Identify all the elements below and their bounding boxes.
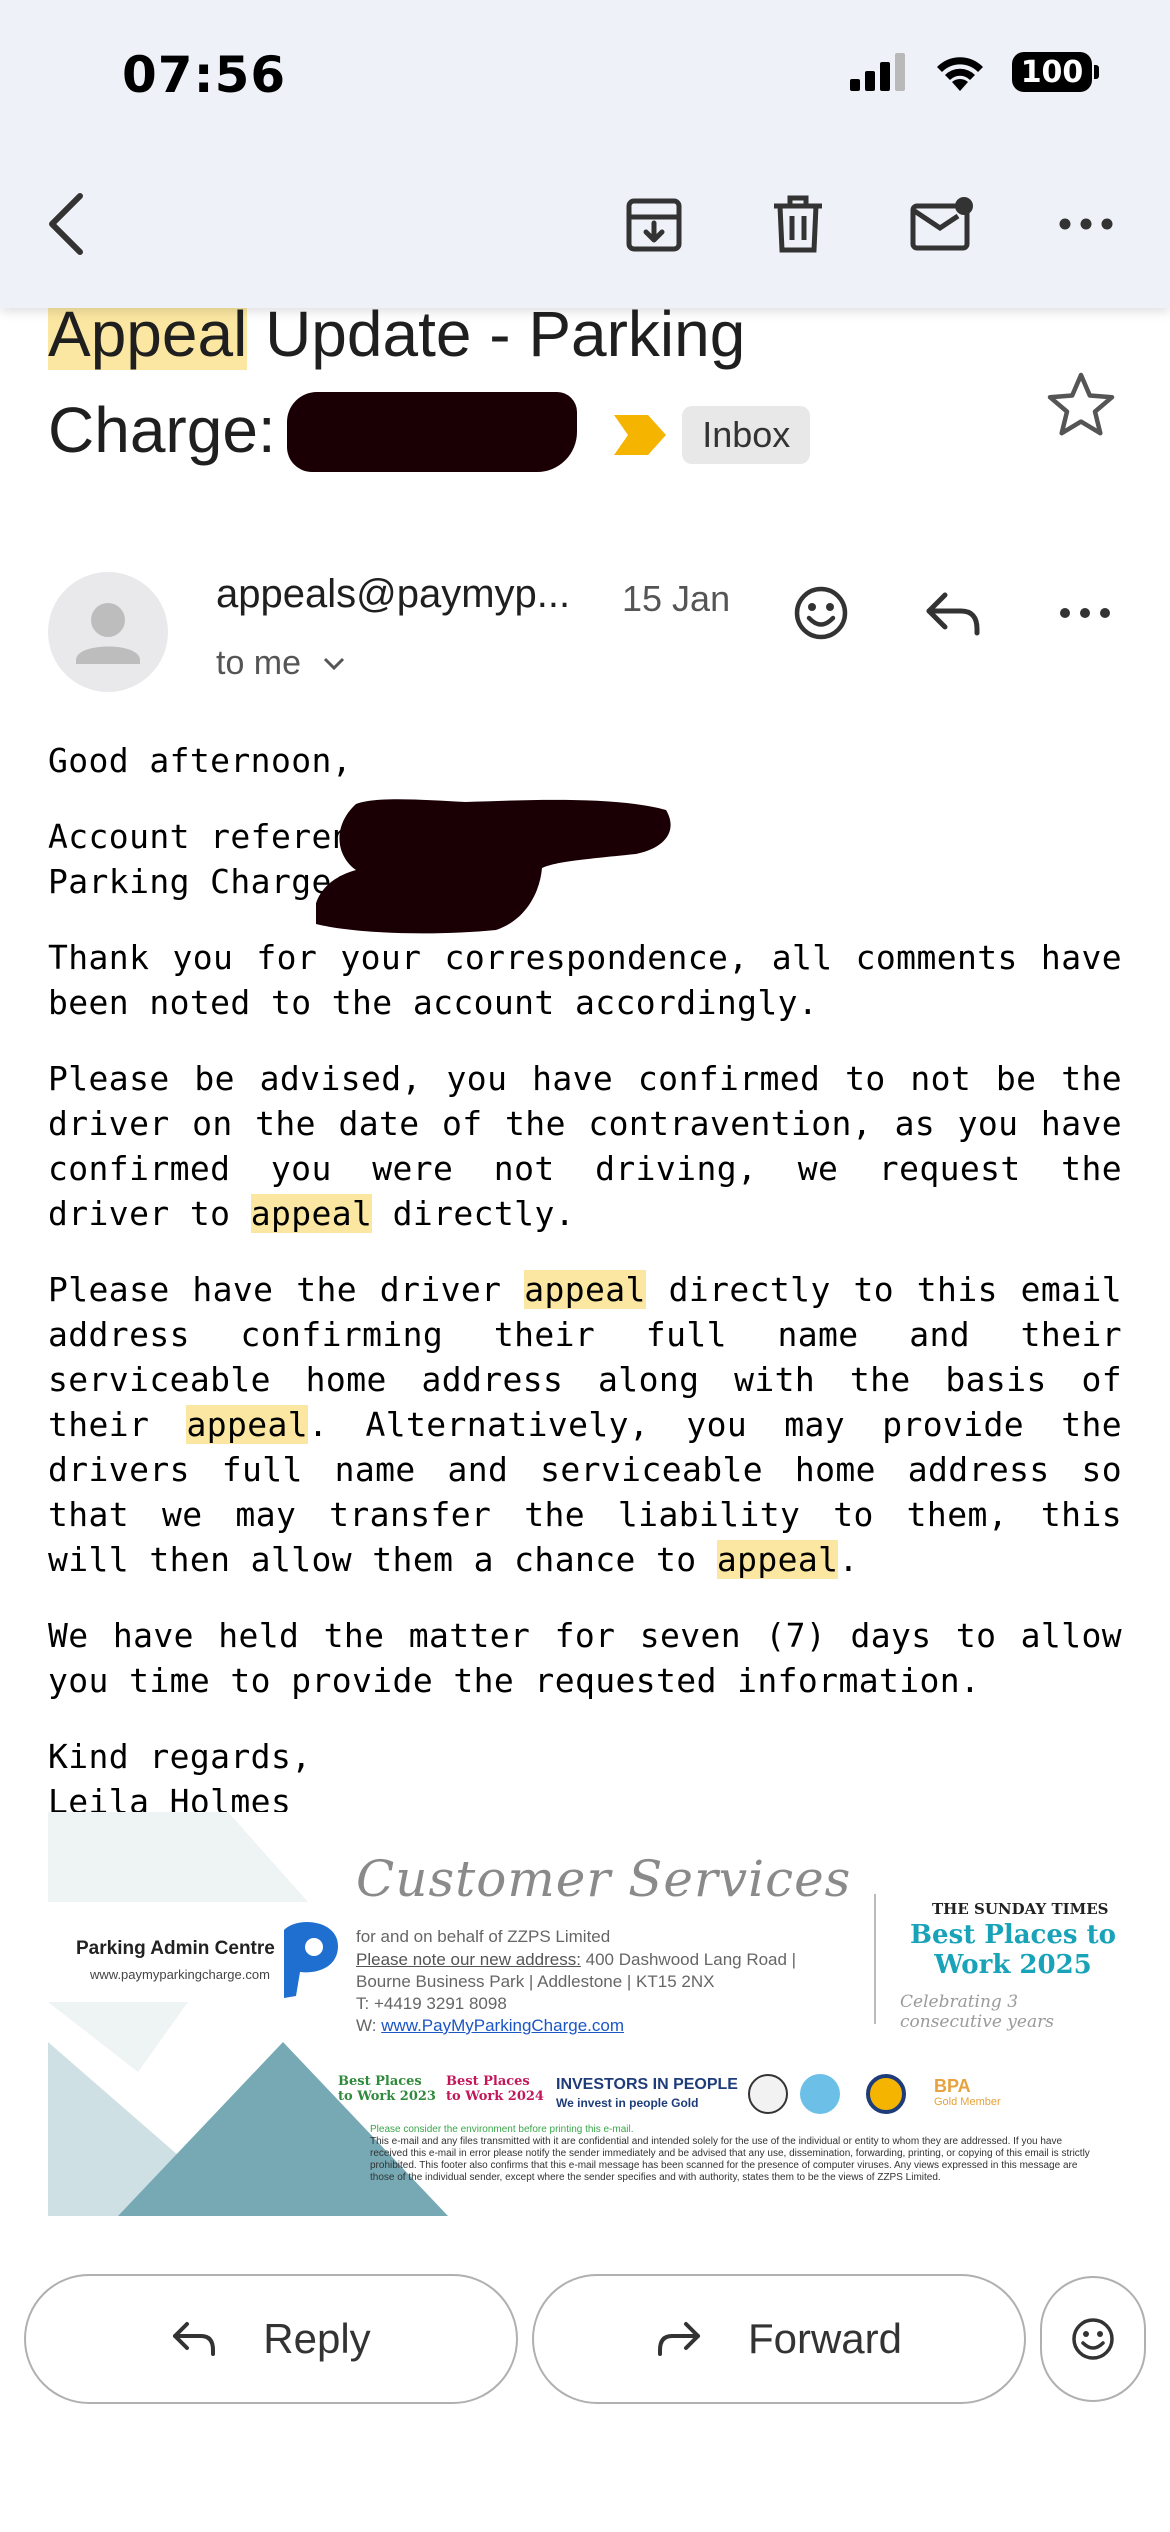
star-icon [1047,372,1115,436]
customer-services-title: Customer Services [356,1850,852,1908]
greeting: Good afternoon, [48,741,353,780]
status-icons: 100 [850,52,1099,92]
telephone-line: T: +4419 3291 8098 [356,1994,507,2013]
more-options-button[interactable] [1046,184,1126,264]
chevron-left-icon [49,193,83,255]
investors-in-people-logo: INVESTORS IN PEOPLE [556,2076,738,2093]
search-highlight: appeal [524,1270,646,1309]
award-2023: Best Places to Work 2023 [338,2074,436,2104]
behalf-line: for and on behalf of ZZPS Limited [356,1927,611,1946]
address-line-2: Bourne Business Park | Addlestone | KT15… [356,1972,715,1991]
recipient-label: to me [216,644,302,682]
charter-badge-icon [800,2074,840,2114]
more-horizontal-icon [1060,608,1110,618]
search-highlight: appeal [716,1540,839,1579]
emoji-reaction-button[interactable] [1040,2276,1146,2402]
redaction-mark [316,799,671,934]
sender-avatar[interactable] [48,572,168,692]
redacted-subject-number: 24318980 [287,382,578,478]
email-body: Good afternoon, Account reference: 13504… [48,738,1122,1855]
celebrating-note: Celebrating 3 consecutive years [900,1992,1054,2032]
reply-button[interactable]: Reply [24,2274,518,2404]
address-line-1: Please note our new address: 400 Dashwoo… [356,1950,797,1969]
recipient-details-toggle[interactable]: to me [216,644,345,683]
company-logo-name: Parking Admin Centre [76,1938,275,1959]
subject-line1: Update - Parking [247,298,746,370]
reply-label: Reply [263,2315,371,2362]
environment-note: Please consider the environment before p… [370,2124,634,2135]
best-places-2025-award: Best Places to Work 2025 [910,1920,1116,1980]
paragraph-4: We have held the matter for seven (7) da… [48,1616,1122,1700]
battery-indicator: 100 [1012,52,1099,92]
forward-label: Forward [747,2315,903,2362]
delete-button[interactable] [758,184,838,264]
important-label-icon [614,415,667,456]
bpa-membership: Gold Member [934,2096,1001,2108]
forward-button[interactable]: Forward [532,2274,1026,2404]
more-horizontal-icon [1059,218,1113,230]
wifi-icon [937,57,983,91]
archive-button[interactable] [614,184,694,264]
paragraph-1: Thank you for your correspondence, all c… [48,938,1122,1022]
react-emoji-button[interactable] [786,578,856,648]
investors-in-people-sub: We invest in people Gold [556,2096,699,2110]
signature-banner: Parking Admin Centre www.paymyparkingcha… [48,1812,1124,2216]
search-highlight: appeal [186,1405,309,1444]
forward-icon [657,2322,700,2356]
sign-off: Kind regards, Leila Holmes [48,1734,1122,1824]
reply-icon [926,592,980,636]
accreditation-badge-icon [866,2074,906,2114]
message-more-button[interactable] [1050,578,1120,648]
back-button[interactable] [26,184,106,264]
person-icon [76,603,140,664]
website-link[interactable]: www.PayMyParkingCharge.com [381,2016,624,2035]
cellular-signal-icon [850,53,905,91]
search-highlight: appeal [250,1194,373,1233]
signature-divider [874,1894,876,2024]
email-subject: Appeal Update - Parking Charge: 24318980… [48,286,1048,478]
emoji-icon [794,586,848,640]
mark-unread-button[interactable] [902,184,982,264]
status-time: 07:56 [122,46,287,104]
chevron-down-icon [323,657,345,670]
bpa-logo: BPA [934,2076,971,2096]
closing: Kind regards, [48,1737,312,1776]
gbc-badge-icon [748,2074,788,2114]
top-bar: 07:56 100 [0,0,1170,308]
mail-unread-icon [910,197,973,251]
paragraph-2: Please be advised, you have confirmed to… [48,1059,1122,1233]
reply-icon-button[interactable] [918,578,988,648]
emoji-icon [1072,2318,1114,2360]
subject-line2-prefix: Charge: [48,394,294,466]
paragraph-3: Please have the driver appeal directly t… [48,1270,1122,1579]
trash-icon [774,195,822,253]
award-2024: Best Places to Work 2024 [446,2074,544,2104]
sender-address[interactable]: appeals@paymyp... [216,572,570,617]
legal-disclaimer: This e-mail and any files transmitted wi… [370,2136,1090,2183]
subject-highlight: Appeal [48,298,248,370]
company-logo-url: www.paymyparkingcharge.com [90,1967,270,1982]
sunday-times-masthead: THE SUNDAY TIMES [932,1900,1109,1918]
star-button[interactable] [1046,370,1116,440]
reply-icon [173,2322,216,2356]
inbox-label-chip[interactable]: Inbox [682,406,811,465]
archive-icon [626,198,682,252]
email-date: 15 Jan [622,578,731,619]
website-line: W: www.PayMyParkingCharge.com [356,2016,624,2035]
